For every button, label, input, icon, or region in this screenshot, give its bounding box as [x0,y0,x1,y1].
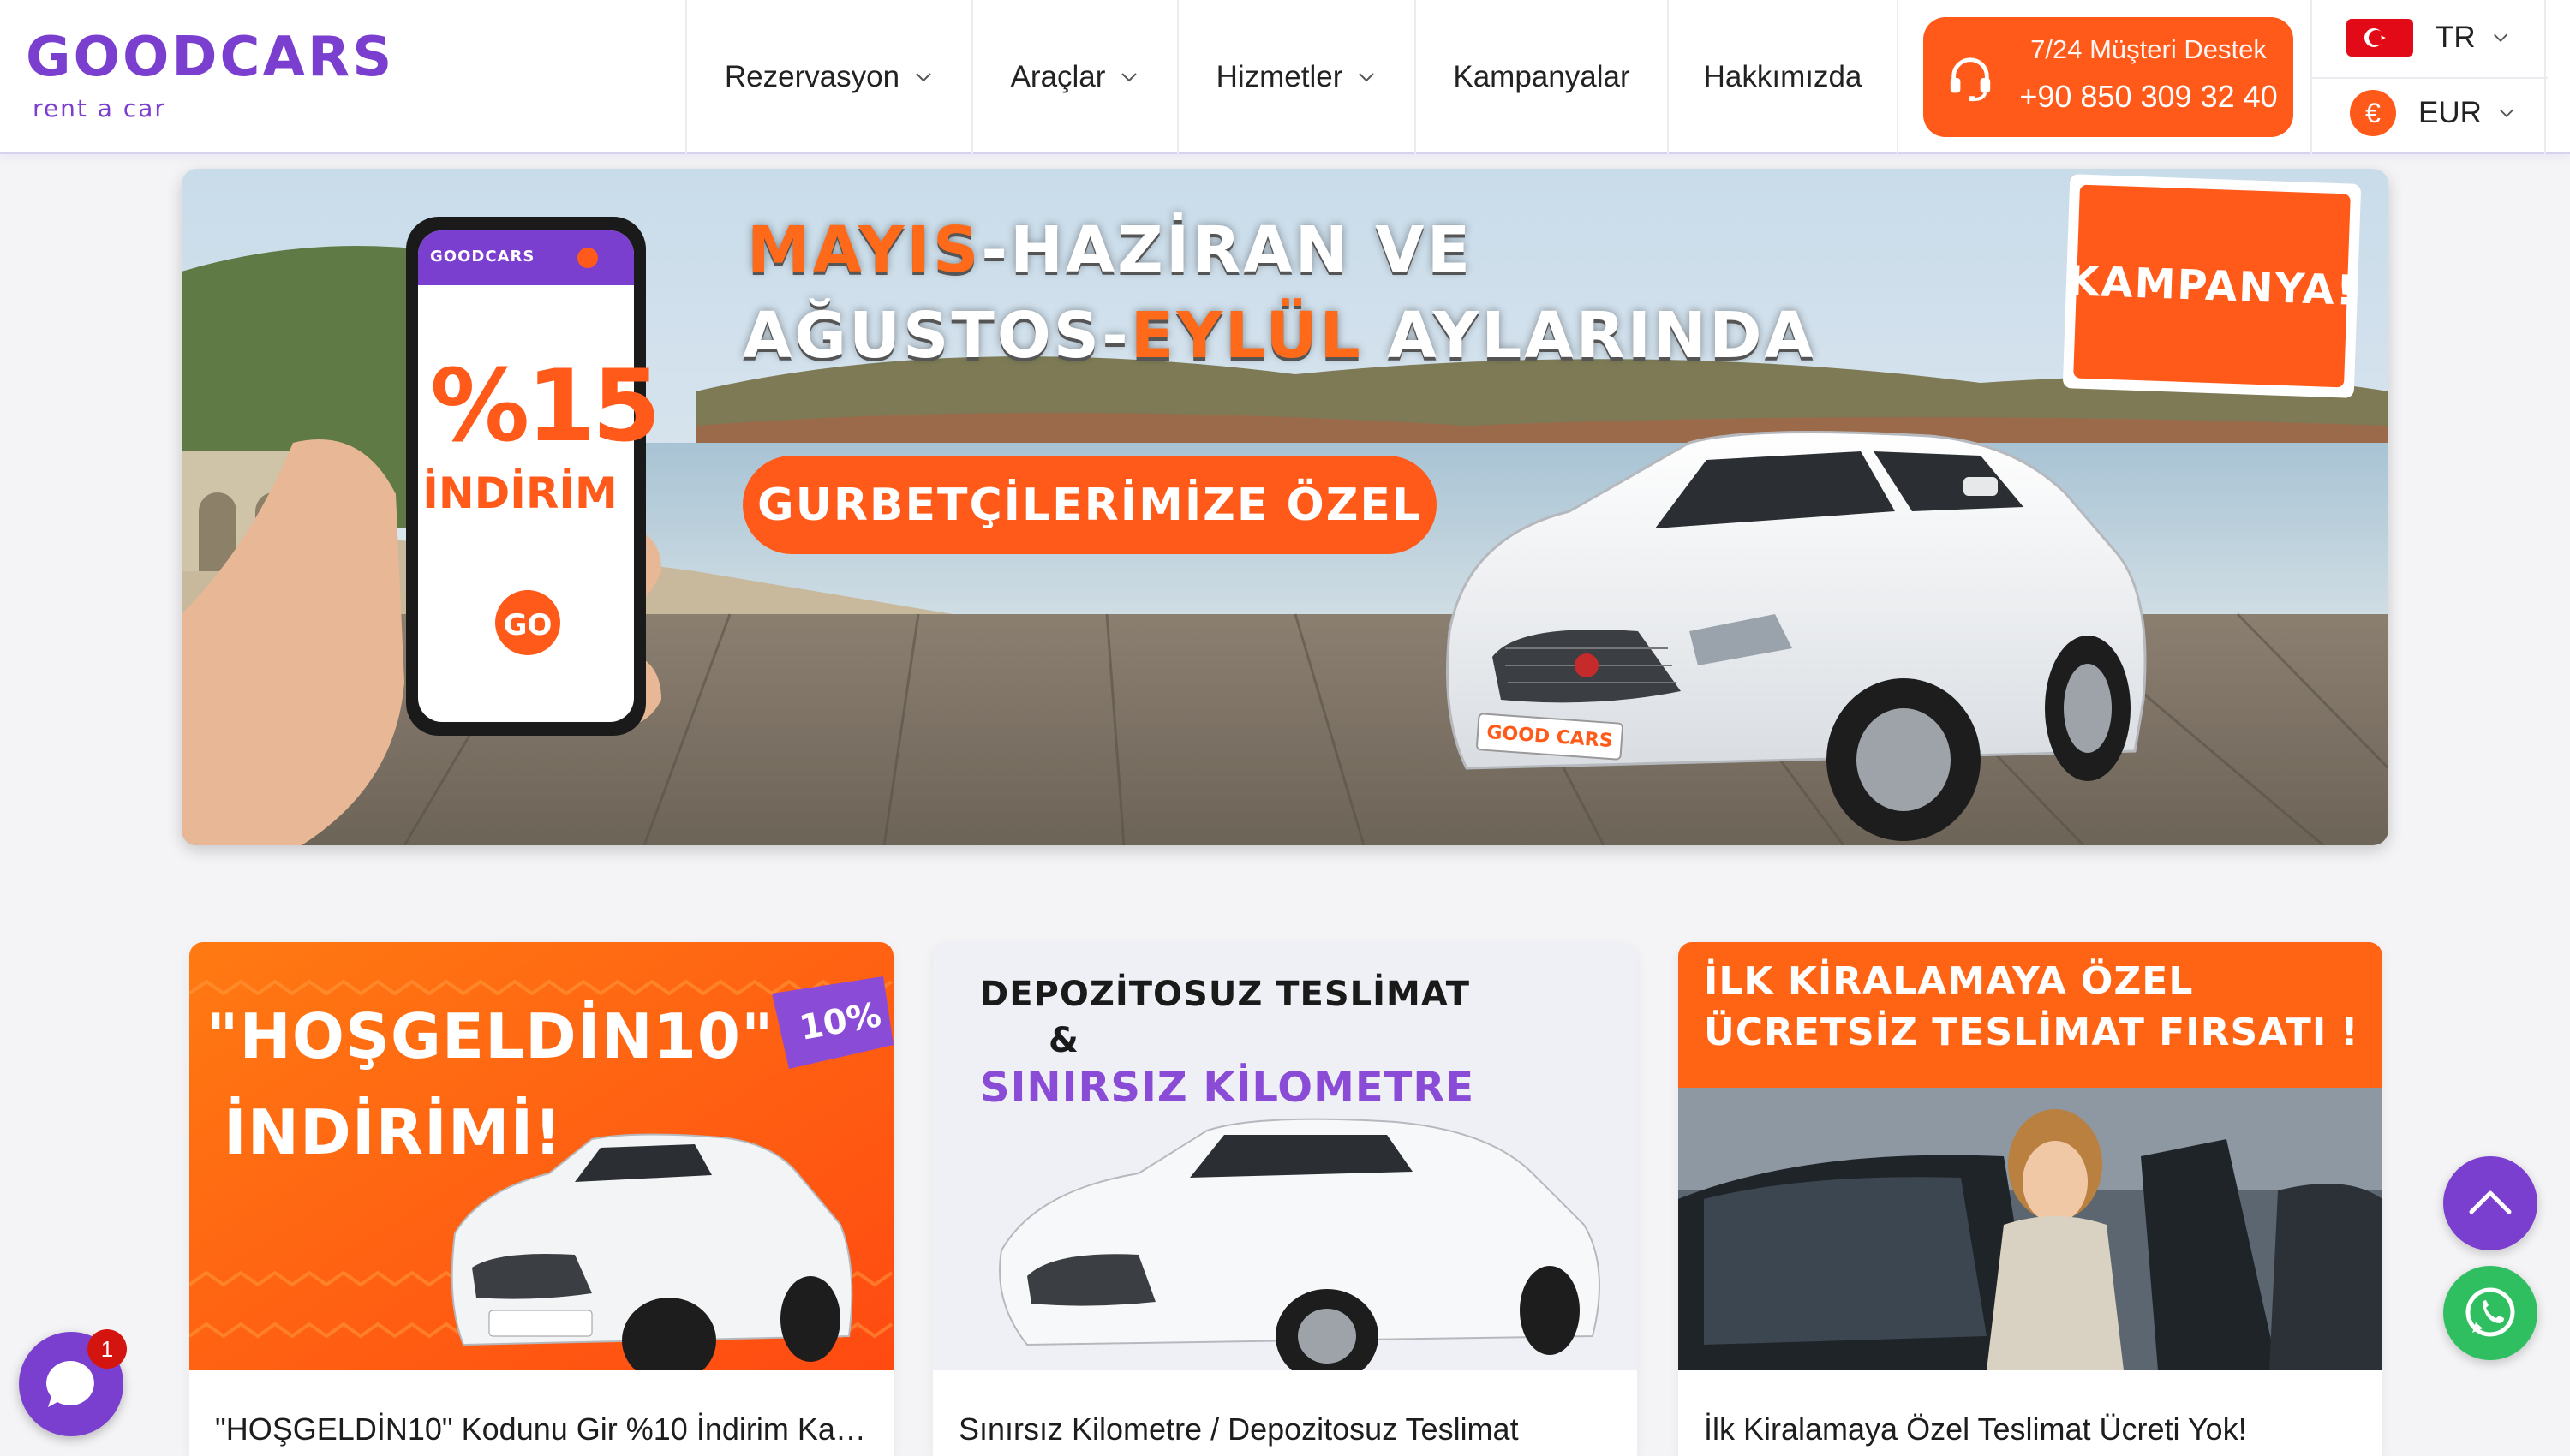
nav-item-label: Hizmetler [1216,60,1343,93]
hero-headline-line1: MAYIS-HAZİRAN VE [747,213,1473,287]
whatsapp-button[interactable] [2443,1266,2537,1360]
chat-unread-badge: 1 [87,1329,127,1369]
hero-headline-text: AĞUSTOS- [743,299,1131,373]
logo-wordmark: GOODCARS [26,26,395,89]
support-phone: +90 850 309 32 40 [2019,79,2278,114]
phone-brand-text: GOODCARS [430,248,535,266]
campaign-card[interactable]: DEPOZİTOSUZ TESLİMAT & SINIRSIZ KİLOMETR… [933,942,1637,1456]
locale-switcher: TR € EUR [2310,0,2548,154]
euro-icon: € [2350,90,2396,136]
turkey-flag-icon [2346,19,2413,57]
campaign-card-title[interactable]: Sınırsız Kilometre / Depozitosuz Teslima… [959,1411,1618,1447]
campaign-badge-text: KAMPANYA! [2066,184,2358,388]
campaign-card-title[interactable]: İlk Kiralamaya Özel Teslimat Ücreti Yok! [1704,1411,2364,1447]
nav-item-label: Kampanyalar [1453,60,1630,93]
support-phone-button[interactable]: 7/24 Müşteri Destek +90 850 309 32 40 [1923,17,2293,137]
main-nav: Rezervasyon Araçlar Hizmetler Kampanyala… [685,0,1898,154]
card-image-subheadline: SINIRSIZ KİLOMETRE [980,1064,1475,1112]
nav-item-kampanyalar[interactable]: Kampanyalar [1414,0,1667,154]
campaign-card-image: İLK KİRALAMAYA ÖZEL ÜCRETSİZ TESLİMAT FI… [1678,942,2382,1370]
site-header: GOODCARS rent a car Rezervasyon Araçlar … [0,0,2570,154]
hero-headline-line2: AĞUSTOS-EYLÜL AYLARINDA [743,299,1816,373]
support-title: 7/24 Müşteri Destek [2030,34,2267,64]
hero-banner[interactable]: GO GOODCARS %15 İNDİRİM MAYIS-HAZİRAN VE… [182,169,2388,845]
currency-code: EUR [2418,96,2482,129]
campaign-card-title[interactable]: "HOŞGELDİN10" Kodunu Gir %10 İndirim Kaz… [215,1411,875,1447]
campaign-card-image: "HOŞGELDİN10" İNDİRİMİ! 10% [189,942,894,1370]
chevron-down-icon [1121,73,1138,82]
hero-headline-text: -HAZİRAN VE [981,213,1473,287]
phone-discount-label: İNDİRİM [422,468,618,518]
card-image-subheadline: ÜCRETSİZ TESLİMAT FIRSATI ! [1704,1011,2359,1054]
nav-item-rezervasyon[interactable]: Rezervasyon [685,0,971,154]
chevron-down-icon [2493,33,2507,42]
divider [2312,77,2548,79]
nav-item-label: Rezervasyon [724,60,900,93]
card-image-headline: İLK KİRALAMAYA ÖZEL [1704,959,2194,1003]
campaign-card[interactable]: İLK KİRALAMAYA ÖZEL ÜCRETSİZ TESLİMAT FI… [1678,942,2382,1456]
hero-headline-text: AYLARINDA [1362,299,1816,373]
hero-pill-label: GURBETÇİLERİMİZE ÖZEL [743,456,1437,554]
nav-item-label: Araçlar [1010,60,1106,93]
hero-month-highlight: EYLÜL [1130,299,1363,373]
campaign-card-image: DEPOZİTOSUZ TESLİMAT & SINIRSIZ KİLOMETR… [933,942,1637,1370]
card-image-headline: "HOŞGELDİN10" [206,1000,774,1072]
nav-item-label: Hakkımızda [1703,60,1862,93]
currency-select[interactable]: € EUR [2346,87,2535,139]
card-image-subheadline: İNDİRİMİ! [224,1096,564,1168]
chevron-down-icon [2499,109,2513,117]
scroll-to-top-button[interactable] [2443,1156,2537,1250]
headset-icon [1950,57,1991,102]
nav-item-hizmetler[interactable]: Hizmetler [1177,0,1414,154]
logo-tagline: rent a car [33,94,166,122]
chevron-down-icon [1359,73,1375,82]
whatsapp-icon [2465,1287,2515,1337]
card-image-headline: DEPOZİTOSUZ TESLİMAT [980,975,1470,1014]
chevron-down-icon [916,73,931,82]
campaign-card[interactable]: "HOŞGELDİN10" İNDİRİMİ! 10% "HOŞGELDİN10… [189,942,894,1456]
language-code: TR [2436,21,2476,54]
phone-discount-text: %15 [430,349,661,464]
language-select[interactable]: TR [2346,12,2535,63]
card-image-connector: & [1049,1021,1079,1060]
nav-item-hakkimizda[interactable]: Hakkımızda [1667,0,1898,154]
hero-month-highlight: MAYIS [747,213,982,287]
logo[interactable]: GOODCARS rent a car [26,26,391,128]
chevron-up-icon [2469,1190,2512,1214]
nav-item-araclar[interactable]: Araçlar [971,0,1177,154]
campaign-badge: KAMPANYA! [2062,174,2362,398]
svg-text:GO: GO [504,608,553,642]
